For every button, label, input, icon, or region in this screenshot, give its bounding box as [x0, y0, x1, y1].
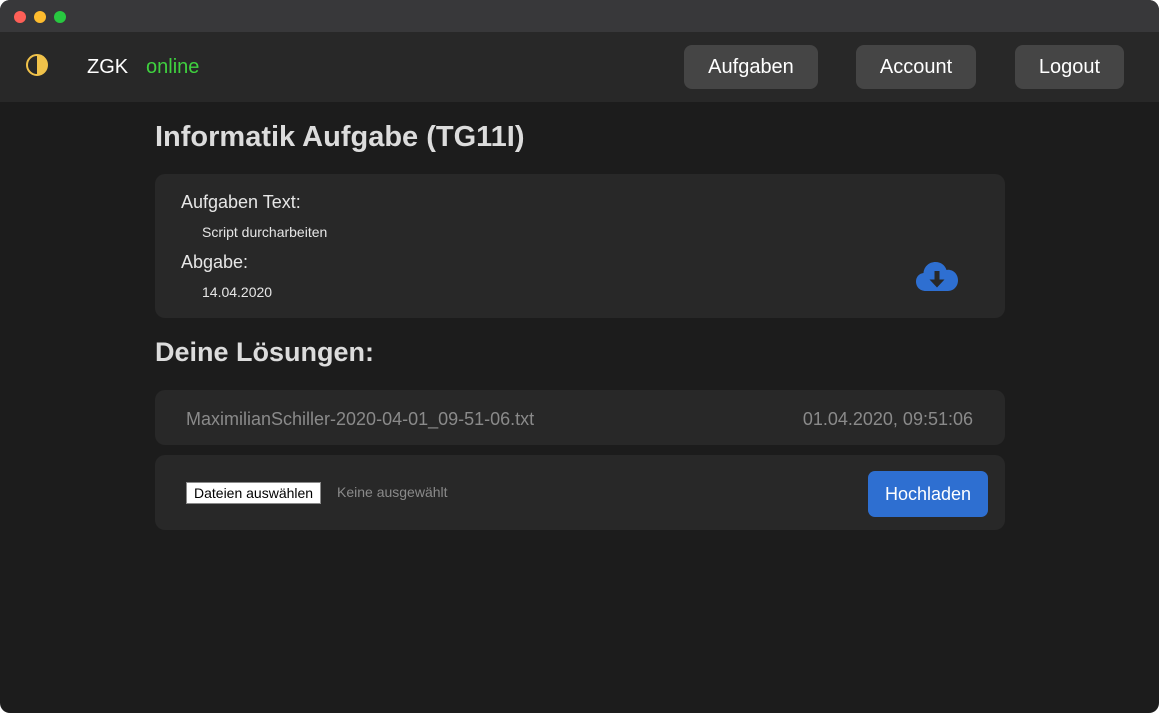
top-navbar: ZGK online Aufgaben Account Logout	[0, 32, 1159, 102]
task-text-value: Script durcharbeiten	[202, 224, 328, 240]
app-window: ZGK online Aufgaben Account Logout Infor…	[0, 0, 1159, 713]
due-date-value: 14.04.2020	[202, 284, 273, 300]
account-button[interactable]: Account	[856, 45, 976, 89]
solutions-heading: Deine Lösungen:	[155, 337, 375, 367]
solution-file-name[interactable]: MaximilianSchiller-2020-04-01_09-51-06.t…	[186, 409, 534, 430]
solution-file-row: MaximilianSchiller-2020-04-01_09-51-06.t…	[155, 390, 1005, 445]
page-title: Informatik Aufgabe (TG11I)	[155, 121, 525, 153]
upload-button[interactable]: Hochladen	[868, 471, 988, 517]
tasks-button[interactable]: Aufgaben	[684, 45, 818, 89]
choose-files-button[interactable]: Dateien auswählen	[186, 482, 322, 504]
logout-button[interactable]: Logout	[1015, 45, 1124, 89]
selected-file-status: Keine ausgewählt	[337, 484, 448, 500]
task-details-card: Aufgaben Text: Script durcharbeiten Abga…	[155, 174, 1005, 318]
upload-card: Dateien auswählen Keine ausgewählt Hochl…	[155, 455, 1005, 530]
window-minimize-button[interactable]	[34, 11, 46, 23]
window-maximize-button[interactable]	[54, 11, 66, 23]
brand-name: ZGK	[87, 56, 129, 78]
theme-toggle-icon[interactable]	[26, 54, 48, 76]
window-titlebar	[0, 0, 1159, 32]
connection-status: online	[146, 56, 200, 78]
solution-file-date: 01.04.2020, 09:51:06	[802, 409, 973, 429]
cloud-download-icon[interactable]	[915, 260, 959, 294]
window-close-button[interactable]	[14, 11, 26, 23]
task-text-label: Aufgaben Text:	[181, 192, 301, 212]
due-date-label: Abgabe:	[181, 252, 249, 272]
